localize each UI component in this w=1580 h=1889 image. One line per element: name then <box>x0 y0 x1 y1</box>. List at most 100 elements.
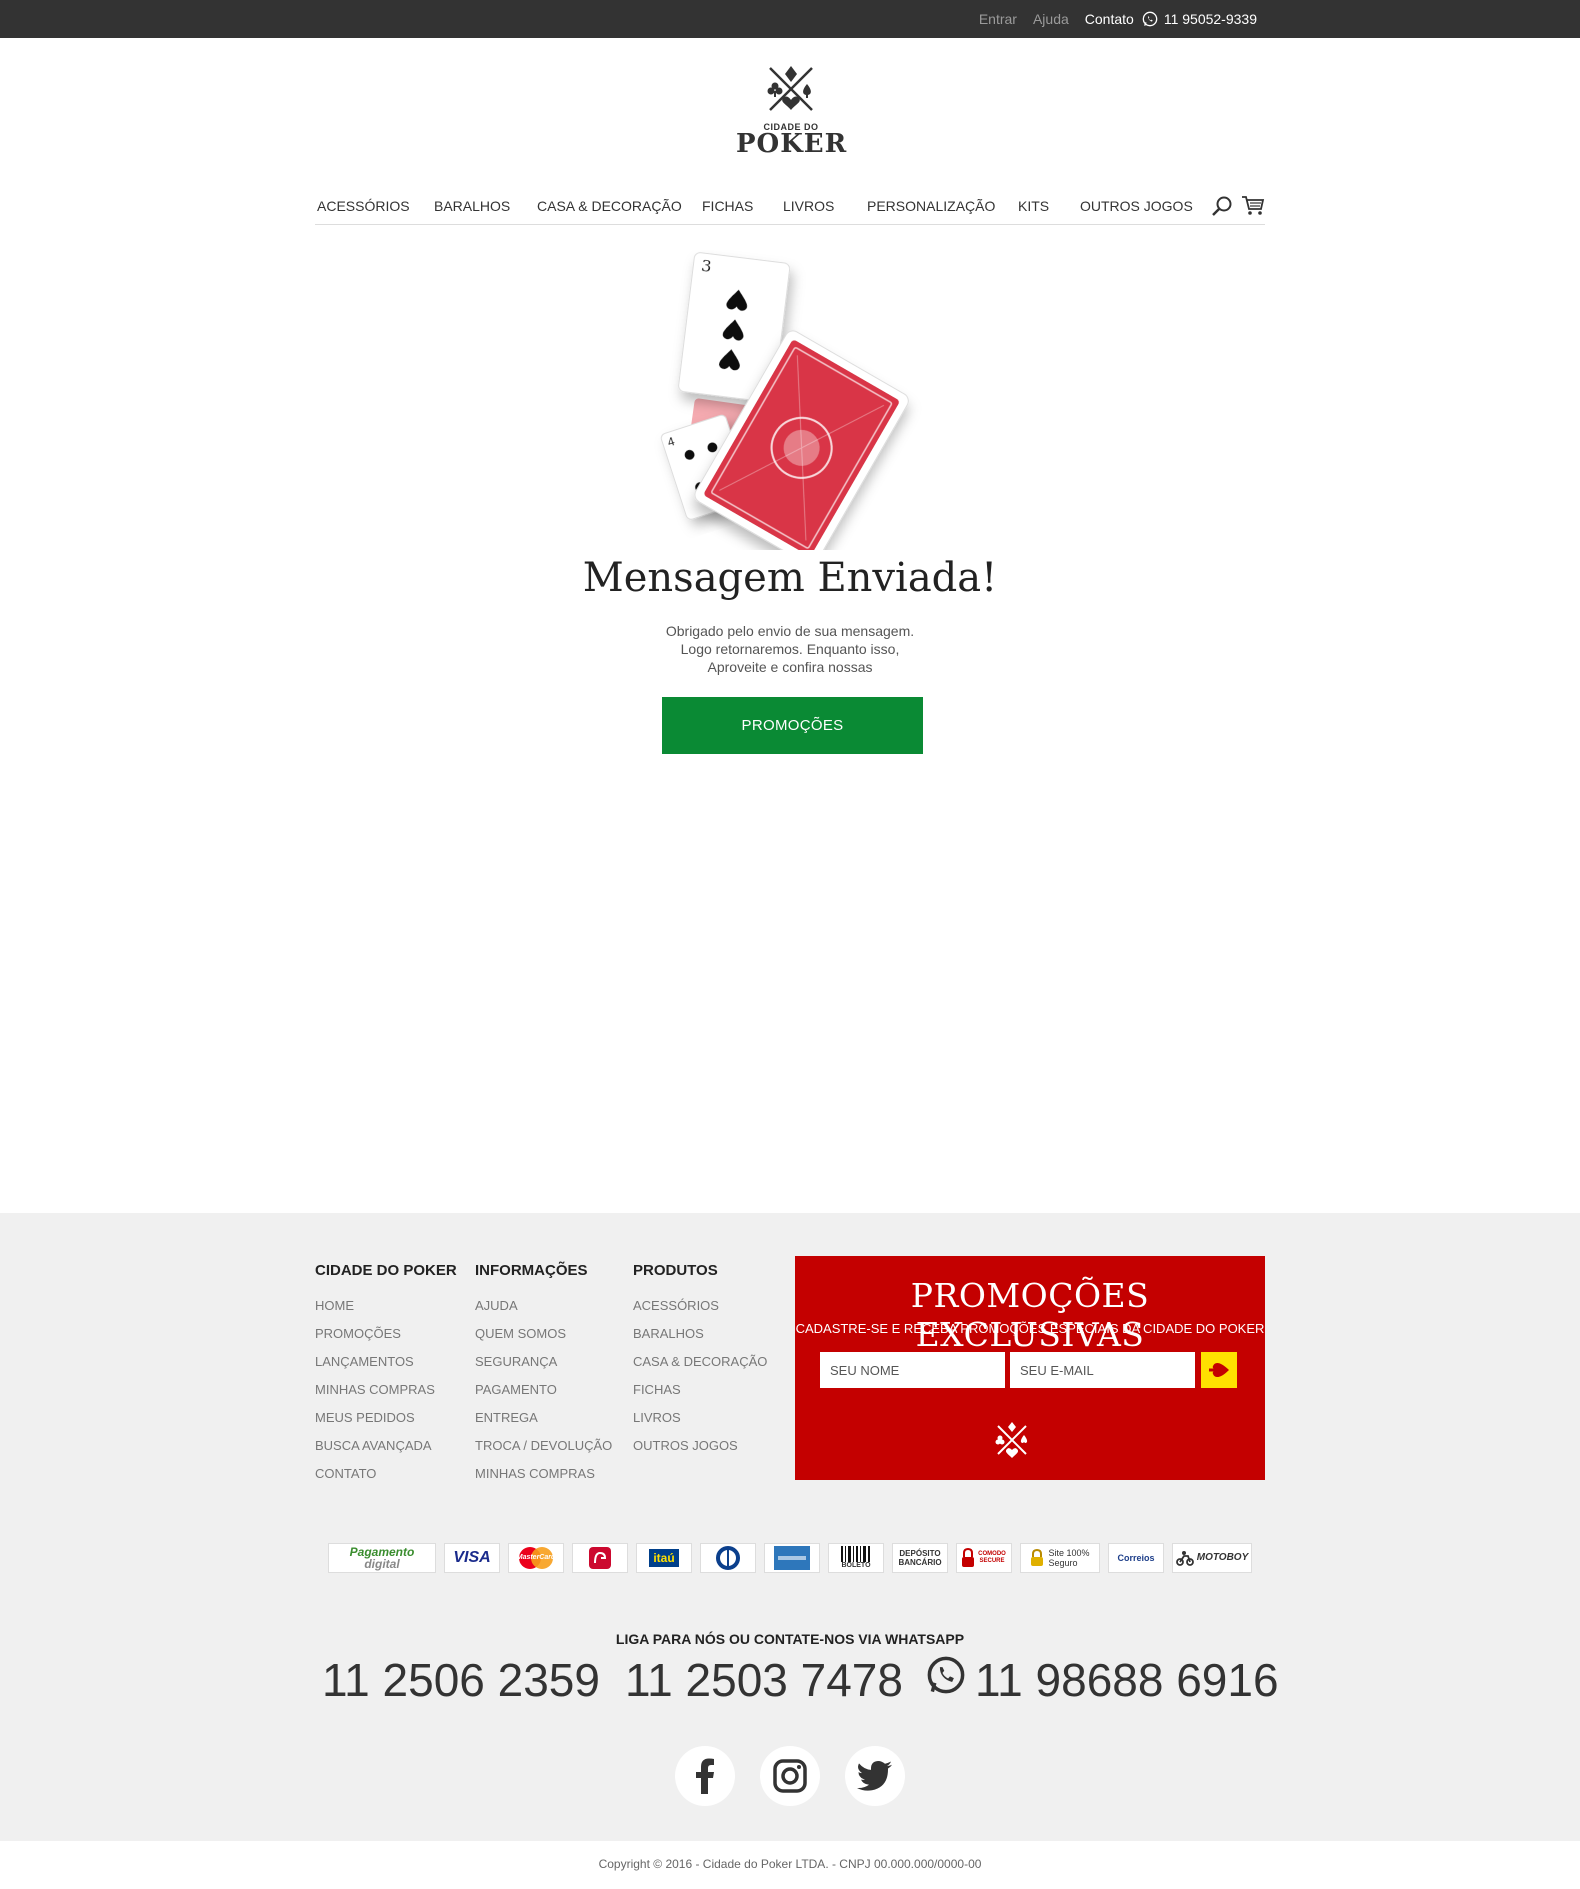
social-links <box>675 1746 905 1806</box>
payment-methods: Pagamento digital VISA MasterCard itaú B… <box>328 1543 1252 1573</box>
footer-link-busca-avancada[interactable]: BUSCA AVANÇADA <box>315 1432 457 1460</box>
message-line-1: Obrigado pelo envio de sua mensagem. <box>665 623 915 639</box>
footer-link-baralhos[interactable]: BARALHOS <box>633 1320 767 1348</box>
footer-link-meus-pedidos[interactable]: MEUS PEDIDOS <box>315 1404 457 1432</box>
top-bar: Entrar Ajuda Contato 11 95052-9339 <box>0 0 1580 38</box>
footer-link-promocoes[interactable]: PROMOÇÕES <box>315 1320 457 1348</box>
facebook-icon <box>696 1758 714 1794</box>
phone-number-2[interactable]: 11 2503 7478 <box>625 1653 903 1707</box>
barcode-icon <box>841 1546 870 1562</box>
diners-icon <box>716 1546 740 1570</box>
nav-item-acessorios[interactable]: ACESSÓRIOS <box>317 198 410 214</box>
footer: CIDADE DO POKER HOME PROMOÇÕES LANÇAMENT… <box>0 1213 1580 1841</box>
footer-link-entrega[interactable]: ENTREGA <box>475 1404 612 1432</box>
footer-column-title: PRODUTOS <box>633 1262 718 1279</box>
site-seguro-text: Site 100% Seguro <box>1048 1548 1089 1568</box>
nav-item-casa-decoracao[interactable]: CASA & DECORAÇÃO <box>537 198 682 214</box>
promotions-button[interactable]: PROMOÇÕES <box>662 697 923 754</box>
motoboy-text: MOTOBOY <box>1196 1552 1249 1563</box>
footer-link-outros-jogos[interactable]: OUTROS JOGOS <box>633 1432 767 1460</box>
phone-numbers: 11 2506 2359 11 2503 7478 11 98688 6916 <box>320 1653 1279 1713</box>
whatsapp-phone-number: 11 98688 6916 <box>975 1654 1279 1706</box>
deposito-line2: BANCÁRIO <box>898 1558 942 1567</box>
itau-logo: itaú <box>636 1543 692 1573</box>
comodo-text: COMODO SECURE <box>978 1551 1006 1564</box>
footer-column-informacoes: INFORMAÇÕES AJUDA QUEM SOMOS SEGURANÇA P… <box>475 1262 612 1488</box>
footer-link-troca-devolucao[interactable]: TROCA / DEVOLUÇÃO <box>475 1432 612 1460</box>
visa-logo: VISA <box>444 1543 500 1573</box>
footer-link-casa-decoracao[interactable]: CASA & DECORAÇÃO <box>633 1348 767 1376</box>
mastercard-text: MasterCard <box>516 1554 556 1561</box>
playing-cards-illustration: 3 4 <box>660 252 909 550</box>
twitter-icon <box>857 1761 892 1791</box>
deposito-line1: DEPÓSITO <box>899 1549 941 1558</box>
page-headline: Mensagem Enviada! <box>582 555 998 601</box>
contact-phone: 11 95052-9339 <box>1163 11 1257 27</box>
lock-icon <box>1031 1549 1044 1566</box>
mastercard-logo: MasterCard <box>508 1543 564 1573</box>
boleto-logo: BOLETO <box>828 1543 884 1573</box>
boleto-text: BOLETO <box>841 1562 871 1569</box>
twitter-button[interactable] <box>845 1746 905 1806</box>
cart-icon[interactable] <box>1241 195 1265 222</box>
motoboy-logo: MOTOBOY <box>1172 1543 1252 1573</box>
pagamento-digital-logo: Pagamento digital <box>328 1543 436 1573</box>
logo-line2: POKER <box>736 129 848 159</box>
nav-item-kits[interactable]: KITS <box>1018 198 1049 214</box>
nav-item-livros[interactable]: LIVROS <box>783 198 834 214</box>
footer-link-lancamentos[interactable]: LANÇAMENTOS <box>315 1348 457 1376</box>
motorcycle-icon <box>1175 1551 1194 1566</box>
footer-link-seguranca[interactable]: SEGURANÇA <box>475 1348 612 1376</box>
footer-link-ajuda[interactable]: AJUDA <box>475 1292 612 1320</box>
copyright-bar: Copyright © 2016 - Cidade do Poker LTDA.… <box>0 1841 1580 1889</box>
whatsapp-phone[interactable]: 11 98688 6916 <box>925 1653 1279 1707</box>
pagamento-digital-line2: digital <box>364 1557 400 1571</box>
login-link[interactable]: Entrar <box>979 11 1017 27</box>
site-seguro-line1: Site 100% <box>1048 1548 1090 1558</box>
newsletter-email-input[interactable] <box>1010 1352 1195 1388</box>
footer-link-quem-somos[interactable]: QUEM SOMOS <box>475 1320 612 1348</box>
nav-item-fichas[interactable]: FICHAS <box>702 198 753 214</box>
footer-link-acessorios[interactable]: ACESSÓRIOS <box>633 1292 767 1320</box>
footer-column-title: CIDADE DO POKER <box>315 1262 457 1279</box>
nav-item-outros-jogos[interactable]: OUTROS JOGOS <box>1080 198 1193 214</box>
top-bar-links: Entrar Ajuda Contato 11 95052-9339 <box>979 0 1257 38</box>
footer-link-fichas[interactable]: FICHAS <box>633 1376 767 1404</box>
instagram-icon <box>773 1759 807 1793</box>
footer-link-home[interactable]: HOME <box>315 1292 457 1320</box>
logo-emblem-icon <box>767 66 813 111</box>
padlock-icon <box>962 1548 974 1567</box>
whatsapp-icon <box>1142 11 1158 27</box>
newsletter-box: PROMOÇÕES EXCLUSIVAS CADASTRE-SE E RECEB… <box>795 1256 1265 1480</box>
site-seguro-line2: Seguro <box>1048 1558 1078 1568</box>
amex-icon <box>774 1546 810 1570</box>
footer-link-minhas-compras[interactable]: MINHAS COMPRAS <box>475 1460 612 1488</box>
nav-item-personalizacao[interactable]: PERSONALIZAÇÃO <box>867 198 995 214</box>
footer-link-pagamento[interactable]: PAGAMENTO <box>475 1376 612 1404</box>
contact-link[interactable]: Contato 11 95052-9339 <box>1085 11 1257 27</box>
itau-text: itaú <box>649 1549 679 1567</box>
newsletter-submit-button[interactable] <box>1201 1352 1237 1388</box>
deposito-bancario-logo: DEPÓSITO BANCÁRIO <box>892 1543 948 1573</box>
amex-logo <box>764 1543 820 1573</box>
contact-label: Contato <box>1084 11 1134 27</box>
spade-arrow-icon <box>1209 1362 1229 1378</box>
bradesco-logo <box>572 1543 628 1573</box>
help-link[interactable]: Ajuda <box>1033 11 1069 27</box>
footer-link-minhas-compras[interactable]: MINHAS COMPRAS <box>315 1376 457 1404</box>
search-icon[interactable] <box>1211 195 1233 222</box>
newsletter-emblem-icon <box>995 1422 1028 1458</box>
facebook-button[interactable] <box>675 1746 735 1806</box>
nav-item-baralhos[interactable]: BARALHOS <box>434 198 510 214</box>
instagram-button[interactable] <box>760 1746 820 1806</box>
copyright-text: Copyright © 2016 - Cidade do Poker LTDA.… <box>598 1857 982 1871</box>
newsletter-name-input[interactable] <box>820 1352 1005 1388</box>
phone-number-1[interactable]: 11 2506 2359 <box>322 1653 600 1707</box>
site-logo[interactable]: CIDADE DO POKER <box>736 60 846 160</box>
footer-column-cidade-do-poker: CIDADE DO POKER HOME PROMOÇÕES LANÇAMENT… <box>315 1262 457 1488</box>
footer-link-livros[interactable]: LIVROS <box>633 1404 767 1432</box>
site-seguro-logo: Site 100% Seguro <box>1020 1543 1100 1573</box>
main-nav: ACESSÓRIOS BARALHOS CASA & DECORAÇÃO FIC… <box>315 190 1265 225</box>
footer-link-contato[interactable]: CONTATO <box>315 1460 457 1488</box>
message-line-3: Aproveite e confira nossas <box>707 659 873 675</box>
